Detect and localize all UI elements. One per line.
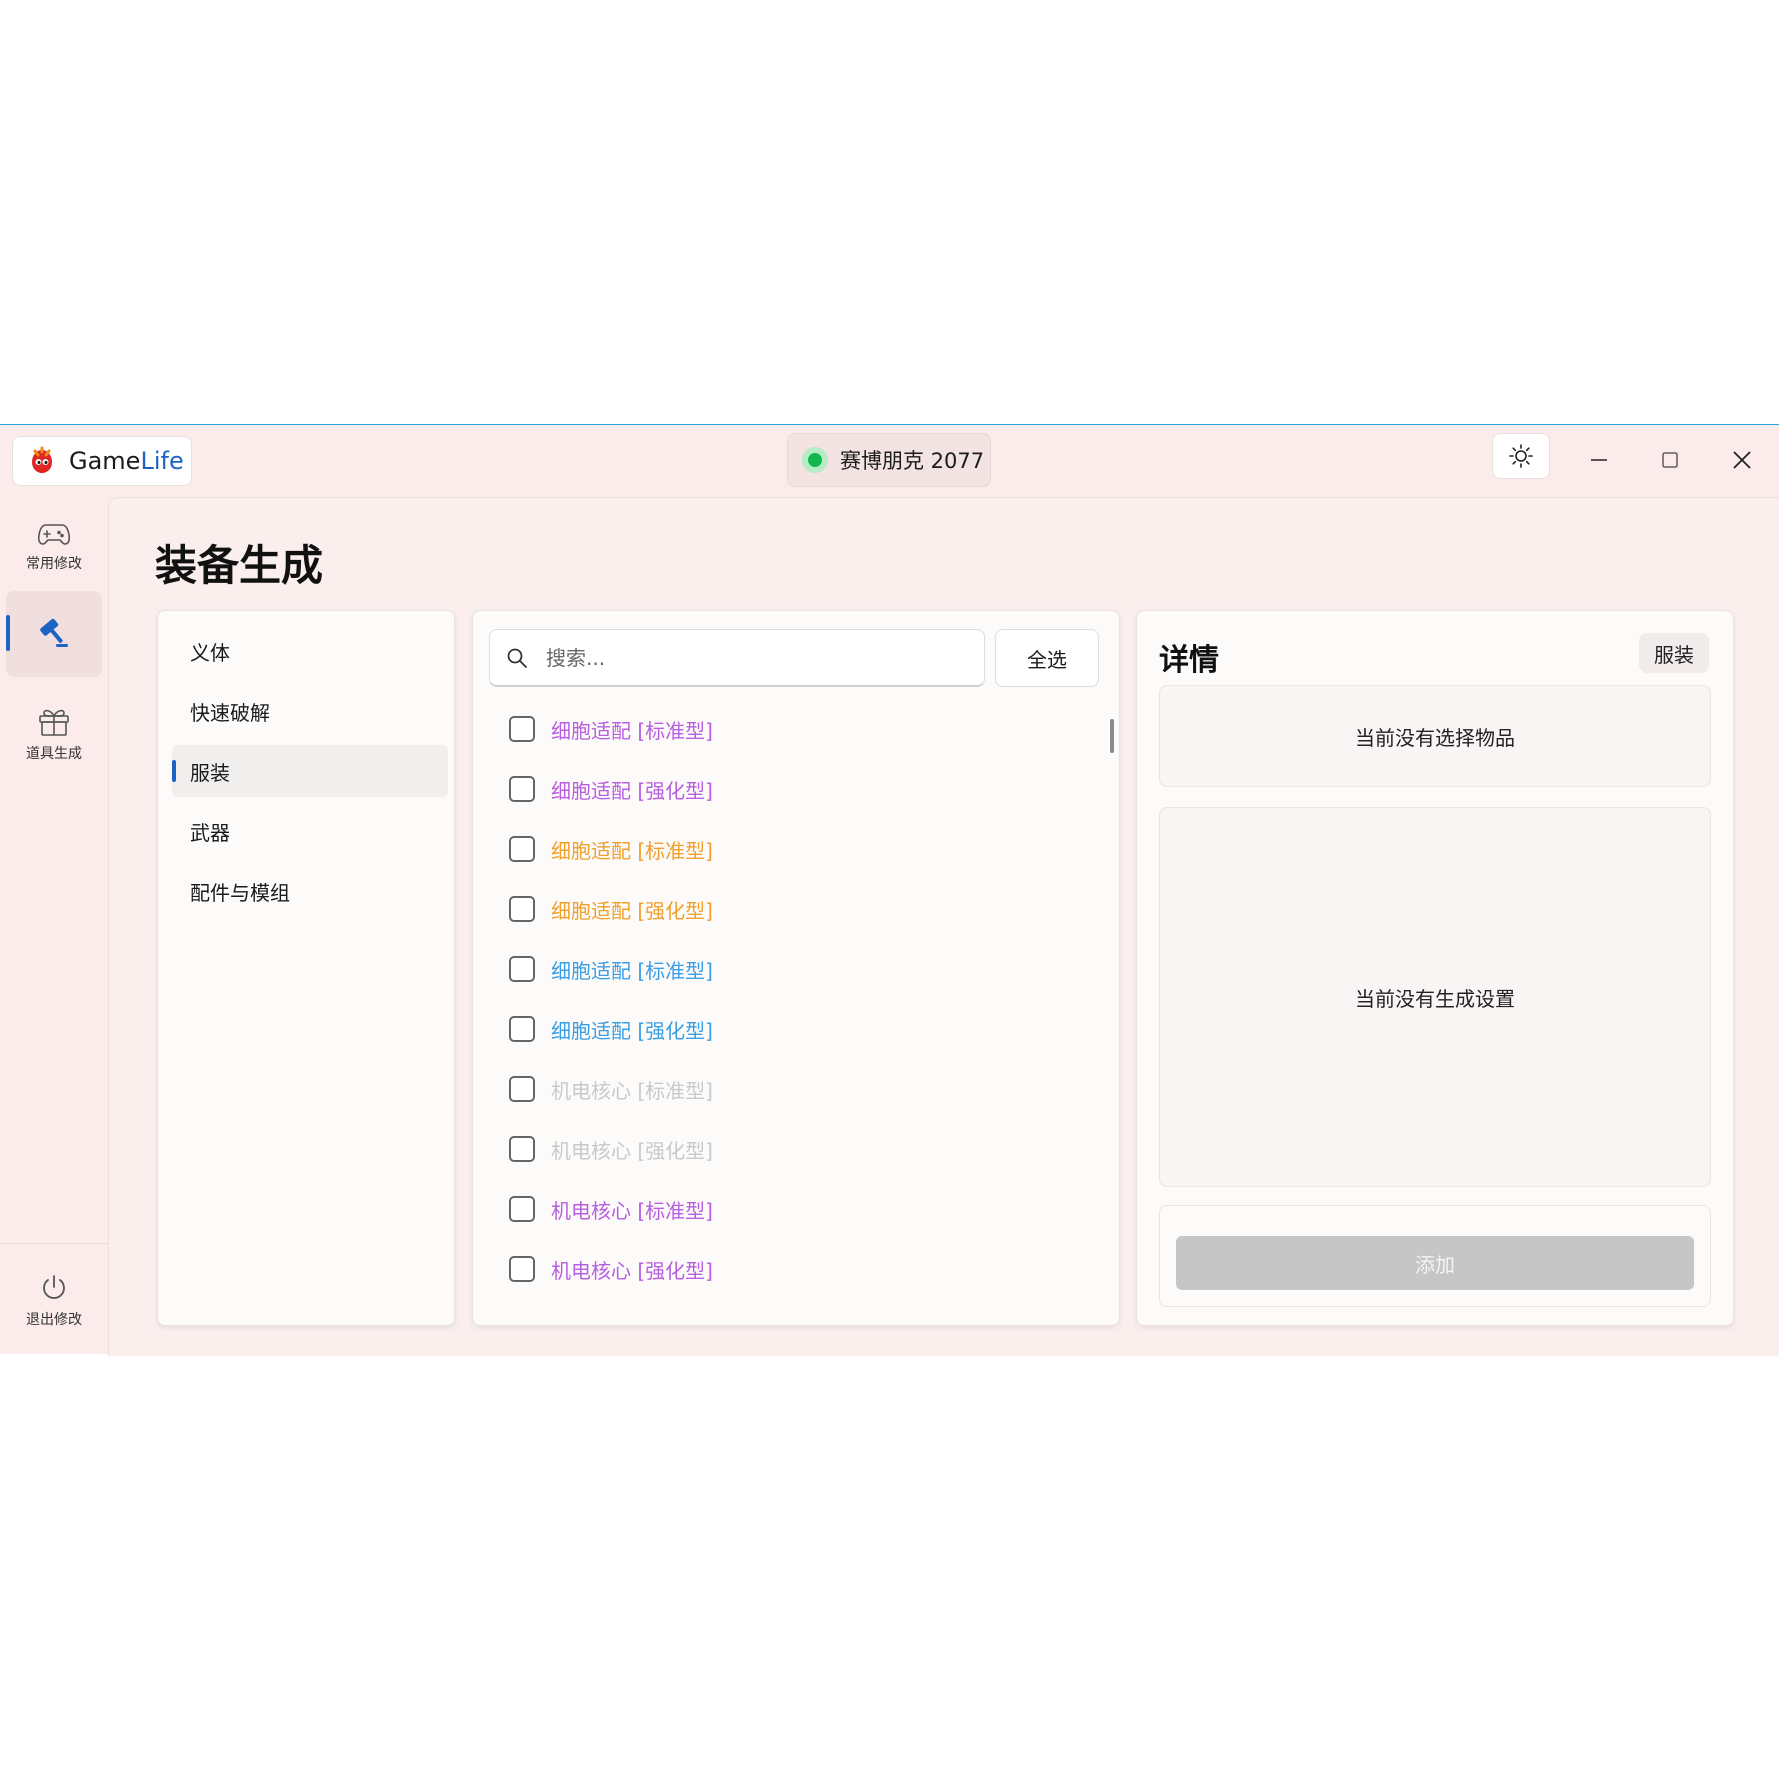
item-row[interactable]: 细胞适配 [标准型] [509, 949, 713, 989]
search-icon [507, 648, 527, 668]
item-label: 机电核心 [标准型] [551, 1198, 713, 1223]
item-row[interactable]: 细胞适配 [强化型] [509, 889, 713, 929]
minimize-button[interactable] [1582, 443, 1616, 477]
item-row[interactable]: 机电核心 [强化型] [509, 1249, 713, 1289]
close-button[interactable] [1725, 443, 1759, 477]
item-row[interactable]: 细胞适配 [标准型] [509, 709, 713, 749]
current-game-selector[interactable]: 赛博朋克 2077 [787, 433, 991, 487]
rail-divider [0, 1243, 108, 1244]
item-checkbox[interactable] [509, 716, 535, 742]
item-row[interactable]: 机电核心 [标准型] [509, 1189, 713, 1229]
item-label: 细胞适配 [标准型] [551, 718, 713, 743]
rail-item-equipment-icon-wrap [6, 615, 102, 651]
category-item[interactable]: 配件与模组 [172, 865, 448, 917]
detail-category-tag: 服装 [1639, 633, 1709, 673]
item-label: 机电核心 [强化型] [551, 1258, 713, 1283]
scrollbar-thumb[interactable] [1110, 719, 1114, 753]
search-input[interactable] [544, 644, 948, 671]
item-checkbox[interactable] [509, 776, 535, 802]
category-item[interactable]: 武器 [172, 805, 448, 857]
no-settings-message: 当前没有生成设置 [1355, 986, 1515, 1011]
rail-item-label: 道具生成 [26, 746, 82, 762]
category-label: 武器 [190, 820, 230, 845]
gamepad-icon [38, 524, 70, 545]
add-button[interactable]: 添加 [1176, 1236, 1694, 1290]
item-label: 细胞适配 [标准型] [551, 958, 713, 983]
power-icon [43, 1275, 65, 1299]
item-label: 机电核心 [强化型] [551, 1138, 713, 1163]
category-label: 义体 [190, 640, 230, 665]
brand-name-life: Life [140, 447, 184, 475]
item-checkbox[interactable] [509, 1256, 535, 1282]
rail-item-common-mods[interactable]: 常用修改 [6, 521, 102, 573]
item-label: 细胞适配 [强化型] [551, 778, 713, 803]
no-item-message: 当前没有选择物品 [1355, 725, 1515, 750]
category-item[interactable]: 快速破解 [172, 685, 448, 737]
item-checkbox[interactable] [509, 836, 535, 862]
item-row[interactable]: 细胞适配 [强化型] [509, 769, 713, 809]
status-indicator [802, 447, 828, 473]
app-window: GameLife 赛博朋克 2077 常用修改 道具生成 退出修改 装备生成 义… [0, 424, 1779, 1356]
add-action-box: 添加 [1159, 1205, 1711, 1307]
minimize-icon [1591, 459, 1607, 461]
item-row[interactable]: 机电核心 [强化型] [509, 1129, 713, 1169]
item-label: 细胞适配 [强化型] [551, 898, 713, 923]
item-row[interactable]: 机电核心 [标准型] [509, 1069, 713, 1109]
item-checkbox[interactable] [509, 956, 535, 982]
current-game-name: 赛博朋克 2077 [840, 449, 985, 473]
brand-name-game: Game [69, 447, 141, 475]
select-all-label: 全选 [1027, 647, 1067, 672]
brand-name: GameLife [69, 447, 184, 475]
category-label: 配件与模组 [190, 880, 290, 905]
search-box[interactable] [489, 629, 985, 687]
item-list-panel: 全选 细胞适配 [标准型] 细胞适配 [强化型] 细胞适配 [标准型] 细胞适配 [强… [472, 610, 1120, 1326]
gift-icon [39, 709, 69, 736]
main-content: 装备生成 义体 快速破解 服装 武器 配件与模组 全选 细胞适配 [标准型] 细胞… [108, 497, 1779, 1356]
status-dot [808, 453, 822, 467]
detail-panel: 详情 服装 当前没有选择物品 当前没有生成设置 添加 [1136, 610, 1734, 1326]
detail-title: 详情 [1159, 643, 1219, 678]
gamelife-logo-icon [32, 446, 52, 473]
item-row[interactable]: 细胞适配 [强化型] [509, 1009, 713, 1049]
item-row[interactable]: 细胞适配 [标准型] [509, 829, 713, 869]
item-checkbox[interactable] [509, 1196, 535, 1222]
item-checkbox[interactable] [509, 1016, 535, 1042]
brand-badge[interactable]: GameLife [12, 436, 192, 486]
item-checkbox[interactable] [509, 1076, 535, 1102]
generation-settings-box: 当前没有生成设置 [1159, 807, 1711, 1187]
category-list: 义体 快速破解 服装 武器 配件与模组 [157, 610, 455, 1326]
category-label: 快速破解 [190, 700, 270, 725]
maximize-icon [1662, 452, 1678, 468]
exit-mods-button[interactable]: 退出修改 [6, 1273, 102, 1329]
maximize-button[interactable] [1653, 443, 1687, 477]
category-item[interactable]: 义体 [172, 625, 448, 677]
item-checkbox[interactable] [509, 896, 535, 922]
item-label: 机电核心 [标准型] [551, 1078, 713, 1103]
category-active-indicator [172, 760, 176, 782]
select-all-button[interactable]: 全选 [995, 629, 1099, 687]
page-title: 装备生成 [155, 541, 324, 590]
sun-icon [1509, 444, 1533, 468]
rail-item-label: 常用修改 [26, 556, 82, 572]
rail-item-item-gen[interactable]: 道具生成 [6, 707, 102, 763]
category-label: 服装 [190, 760, 230, 785]
item-checkbox[interactable] [509, 1136, 535, 1162]
selected-item-box: 当前没有选择物品 [1159, 685, 1711, 787]
category-item-active[interactable]: 服装 [172, 745, 448, 797]
theme-toggle-button[interactable] [1492, 433, 1550, 479]
close-icon [1733, 451, 1751, 469]
item-label: 细胞适配 [标准型] [551, 838, 713, 863]
gavel-icon [40, 618, 68, 647]
exit-mods-label: 退出修改 [26, 1312, 82, 1328]
item-label: 细胞适配 [强化型] [551, 1018, 713, 1043]
